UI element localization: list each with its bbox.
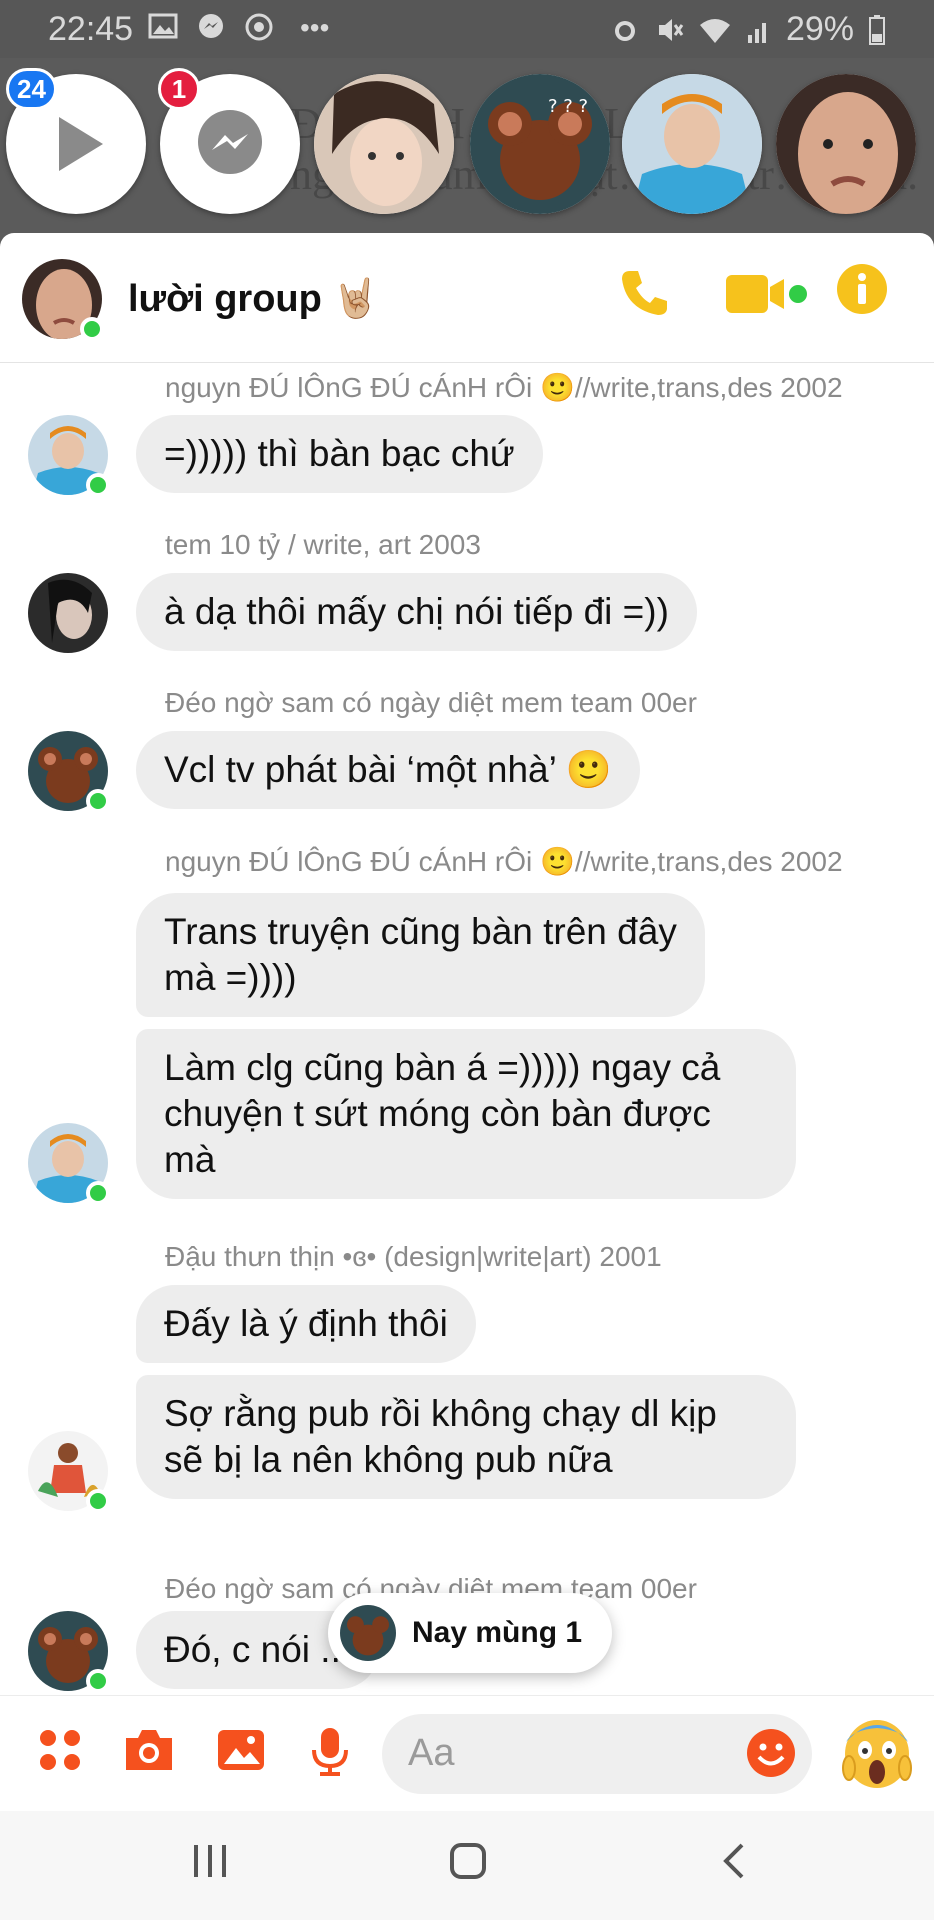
sender-name: nguyn ĐÚ lÔnG ĐÚ cÁnH rÔi 🙂//write,trans… (165, 372, 843, 403)
camera-icon[interactable] (122, 1726, 176, 1774)
group-avatar[interactable] (22, 259, 104, 341)
quick-reaction-scream-emoji-icon[interactable] (840, 1712, 914, 1792)
battery-icon (869, 14, 885, 45)
message-list[interactable]: nguyn ĐÚ lÔnG ĐÚ cÁnH rÔi 🙂//write,trans… (0, 363, 934, 1693)
jerry-avatar-icon: ? ? ? (470, 74, 610, 214)
system-nav-bar (0, 1811, 934, 1920)
status-time: 22:45 (48, 10, 134, 48)
message-input[interactable]: Aa (382, 1714, 812, 1794)
chat-header: lười group 🤘🏼 (0, 233, 934, 363)
toast-text: Nay mùng 1 (412, 1616, 583, 1649)
message-bubble[interactable]: Sợ rằng pub rồi không chạy dl kịp sẽ bị … (136, 1375, 796, 1499)
messenger-logo-icon (198, 110, 262, 174)
girl-dark-avatar-icon (28, 573, 108, 653)
sender-name: nguyn ĐÚ lÔnG ĐÚ cÁnH rÔi 🙂//write,trans… (165, 846, 843, 877)
chat-head-jerry[interactable]: ? ? ? (470, 74, 610, 214)
chat-title: lười group 🤘🏼 (128, 278, 380, 320)
video-call-icon[interactable] (724, 265, 814, 325)
online-indicator (86, 1669, 110, 1693)
notification-badge-messenger: 1 (158, 68, 200, 110)
mute-icon (658, 18, 684, 41)
sender-name: Đéo ngờ sam có ngày diệt mem team 00er (165, 687, 697, 718)
online-indicator (86, 1181, 110, 1205)
sender-avatar-jerry[interactable] (28, 1611, 110, 1693)
online-indicator (86, 1489, 110, 1513)
sender-avatar-jerry[interactable] (28, 731, 110, 813)
sender-name: Đậu thưn thịn •ɞ• (design|write|art) 200… (165, 1241, 662, 1272)
message-bubble[interactable]: Trans truyện cũng bàn trên đây mà =)))) (136, 893, 705, 1017)
message-bubble[interactable]: =))))) thì bàn bạc chứ (136, 415, 543, 493)
chrome-icon (245, 13, 273, 41)
chat-heads-strip: ĐÊ… CH… …A L…D ng… …ảm… …ạt… …a tr… …ín.… (0, 58, 934, 233)
chat-head-girl-close[interactable] (776, 74, 916, 214)
home-icon[interactable] (448, 1841, 488, 1881)
new-message-toast[interactable]: Nay mùng 1 (328, 1593, 613, 1673)
message-bubble[interactable]: Vcl tv phát bài ‘một nhà’ 🙂 (136, 731, 640, 809)
emoji-icon[interactable] (744, 1726, 798, 1780)
online-indicator (86, 473, 110, 497)
recent-apps-icon[interactable] (190, 1841, 230, 1881)
message-bubble[interactable]: Đấy là ý định thôi (136, 1285, 476, 1363)
microphone-icon[interactable] (308, 1726, 352, 1778)
info-icon[interactable] (836, 263, 888, 315)
phone-icon[interactable] (616, 265, 672, 321)
boy-avatar-icon (314, 74, 454, 214)
sender-avatar-girl-blue[interactable] (28, 415, 110, 497)
more-dots-icon: ••• (300, 12, 330, 43)
signal-icon (747, 22, 766, 43)
online-indicator (80, 317, 104, 341)
jerry-avatar-icon (340, 1605, 396, 1661)
wifi-icon (699, 18, 730, 43)
sender-avatar-girl-dark[interactable] (28, 573, 108, 653)
back-icon[interactable] (714, 1841, 754, 1881)
more-actions-icon[interactable] (36, 1726, 84, 1774)
messenger-icon (199, 14, 223, 38)
svg-text:? ? ?: ? ? ? (548, 96, 588, 117)
girl-blue-avatar-icon (622, 74, 762, 214)
message-composer: Aa (0, 1695, 934, 1811)
alarm-icon (614, 20, 635, 41)
play-icon (59, 117, 103, 171)
chat-window: lười group 🤘🏼 nguyn ĐÚ lÔnG ĐÚ cÁnH rÔi … (0, 233, 934, 1811)
notification-badge-videos: 24 (6, 68, 57, 110)
message-bubble[interactable]: à dạ thôi mấy chị nói tiếp đi =)) (136, 573, 697, 651)
gallery-icon[interactable] (216, 1726, 266, 1774)
sender-avatar-cartoon-girl[interactable] (28, 1431, 110, 1513)
sender-avatar-girl-blue[interactable] (28, 1123, 110, 1205)
girl-close-avatar-icon (776, 74, 916, 214)
chat-head-boy[interactable] (314, 74, 454, 214)
chat-head-girl-blue[interactable] (622, 74, 762, 214)
online-indicator (86, 789, 110, 813)
battery-text: 29% (785, 10, 854, 48)
message-bubble[interactable]: Làm clg cũng bàn á =))))) ngay cả chuyện… (136, 1029, 796, 1199)
toast-avatar (340, 1605, 396, 1661)
gallery-icon (148, 13, 178, 39)
message-input-placeholder: Aa (408, 1732, 455, 1774)
sender-name: tem 10 tỷ / write, art 2003 (165, 529, 481, 560)
status-bar: 22:45 ••• 29% (0, 0, 934, 58)
